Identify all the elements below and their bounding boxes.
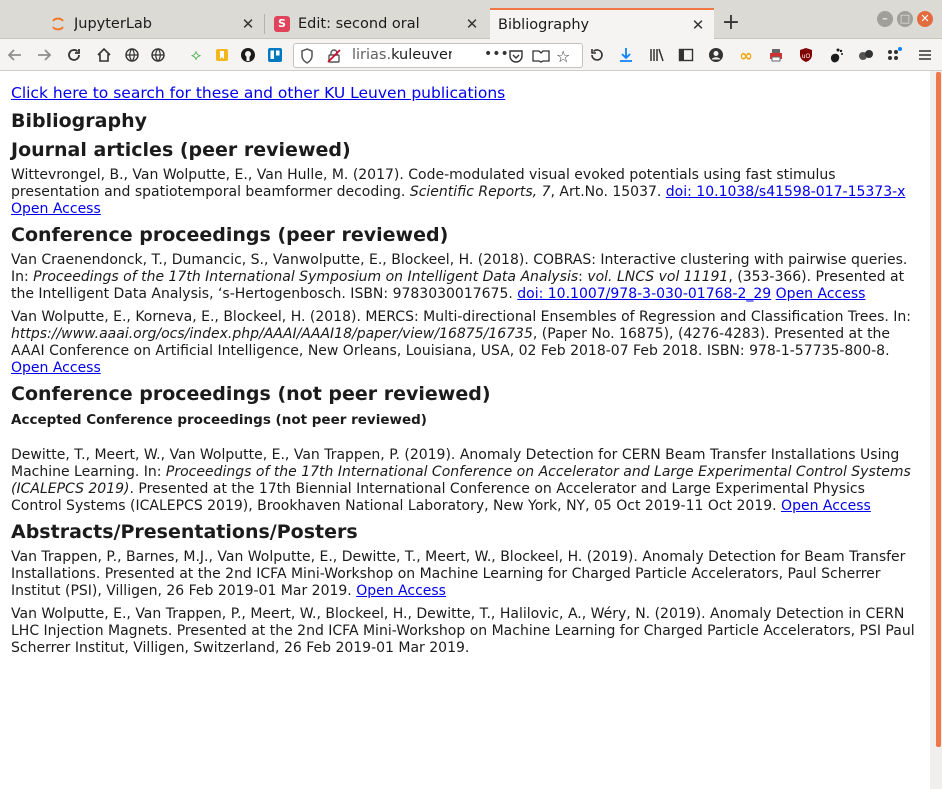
section-heading-abstracts: Abstracts/Presentations/Posters <box>11 521 358 543</box>
open-access-link[interactable]: Open Access <box>11 201 101 217</box>
search-publications-link[interactable]: Click here to search for these and other… <box>11 84 505 102</box>
entry-venue: Proceedings of the 17th International Sy… <box>33 269 579 285</box>
back-arrow-icon[interactable] <box>4 44 26 66</box>
sidebar-icon[interactable] <box>675 44 697 66</box>
page-actions-menu-icon[interactable]: ••• <box>484 46 509 62</box>
extensions-grid-icon[interactable] <box>883 44 905 66</box>
infinity-extension-icon[interactable]: ∞ <box>735 44 757 66</box>
jupyter-icon <box>50 16 66 32</box>
maximize-window-button[interactable]: □ <box>897 11 913 27</box>
leaf-icon[interactable]: ⟡ <box>185 44 207 66</box>
page-title: Bibliography <box>11 110 147 132</box>
bookmark-extension-icon[interactable] <box>211 44 233 66</box>
entry-text: . Presented at the 17th Biennial Interna… <box>11 481 865 514</box>
section-heading-conference-not-peer: Conference proceedings (not peer reviewe… <box>11 383 491 405</box>
entry-text: Van Trappen, P., Barnes, M.J., Van Wolpu… <box>11 549 906 599</box>
entry-text: Van Wolputte, E., Korneva, E., Blockeel,… <box>11 309 911 325</box>
entry-volume: vol. LNCS vol 11191 <box>587 269 729 285</box>
close-tab-icon[interactable]: ✕ <box>240 15 256 33</box>
open-access-link[interactable]: Open Access <box>356 583 446 599</box>
new-tab-button[interactable]: + <box>720 10 742 36</box>
gnome-extension-icon[interactable] <box>825 44 847 66</box>
entry-text: , Art.No. 15037. <box>550 184 666 200</box>
open-access-link[interactable]: Open Access <box>776 286 866 302</box>
home-icon[interactable] <box>93 44 115 66</box>
account-icon[interactable] <box>705 44 727 66</box>
entry-venue: https://www.aaai.org/ocs/index.php/AAAI/… <box>11 326 533 342</box>
tab-title: Bibliography <box>498 16 590 33</box>
hamburger-menu-icon[interactable] <box>914 44 936 66</box>
page-content: Click here to search for these and other… <box>0 71 930 789</box>
open-access-link[interactable]: Open Access <box>781 498 871 514</box>
publication-entry: Van Craenendonck, T., Dumancic, S., Vanw… <box>11 252 919 303</box>
close-tab-icon[interactable]: ✕ <box>464 15 480 33</box>
entry-text: : <box>578 269 588 285</box>
publication-entry: Dewitte, T., Meert, W., Van Wolputte, E.… <box>11 447 919 515</box>
download-icon[interactable] <box>615 44 637 66</box>
pocket-icon[interactable] <box>508 48 524 68</box>
doi-link[interactable]: doi: 10.1038/s41598-017-15373-x <box>666 184 906 200</box>
url-domain: kuleuven. <box>391 47 452 63</box>
tab-bibliography[interactable]: Bibliography ✕ <box>490 8 714 39</box>
star-bookmark-icon[interactable]: ☆ <box>556 47 570 66</box>
insecure-lock-icon[interactable] <box>326 48 342 68</box>
publication-entry: Wittevrongel, B., Van Wolputte, E., Van … <box>11 167 919 218</box>
scrollbar-thumb[interactable] <box>936 72 941 747</box>
tab-title: Edit: second oral <box>298 15 420 32</box>
publication-entry: Van Trappen, P., Barnes, M.J., Van Wolpu… <box>11 549 919 600</box>
svg-text:uO: uO <box>802 53 811 60</box>
section-heading-conference-peer: Conference proceedings (peer reviewed) <box>11 224 449 246</box>
subsection-heading-accepted: Accepted Conference proceedings (not pee… <box>11 412 427 428</box>
globe-icon[interactable] <box>121 44 143 66</box>
github-icon[interactable] <box>237 44 259 66</box>
extension-balls-icon[interactable] <box>855 44 877 66</box>
history-icon[interactable] <box>586 44 608 66</box>
address-bar[interactable]: lirias.kuleuven. ••• ☆ <box>293 43 583 68</box>
tab-edit-second-oral[interactable]: S Edit: second oral ✕ <box>266 8 488 39</box>
doi-link[interactable]: doi: 10.1007/978-3-030-01768-2_29 <box>517 286 771 302</box>
overleaf-icon: S <box>274 15 290 32</box>
trello-icon[interactable] <box>264 44 286 66</box>
close-window-button[interactable]: ✕ <box>917 11 933 27</box>
open-access-link[interactable]: Open Access <box>11 360 101 376</box>
shield-icon[interactable] <box>300 48 314 68</box>
forward-arrow-icon[interactable] <box>33 44 55 66</box>
ublock-icon[interactable]: uO <box>795 44 817 66</box>
url-prefix: lirias. <box>352 47 392 63</box>
globe-icon[interactable] <box>147 44 169 66</box>
library-icon[interactable] <box>646 44 668 66</box>
tab-jupyterlab[interactable]: JupyterLab ✕ <box>42 8 265 39</box>
printer-icon[interactable] <box>765 44 787 66</box>
publication-entry: Van Wolputte, E., Van Trappen, P., Meert… <box>11 606 919 657</box>
navigation-toolbar: ⟡ lirias.kuleuven. ••• ☆ <box>0 39 942 71</box>
reload-icon[interactable] <box>63 44 85 66</box>
tab-strip: JupyterLab ✕ S Edit: second oral ✕ Bibli… <box>0 0 942 39</box>
close-tab-icon[interactable]: ✕ <box>690 16 706 34</box>
entry-venue: Scientific Reports, 7 <box>409 184 551 200</box>
url-text[interactable]: lirias.kuleuven. <box>352 47 452 63</box>
entry-text: Van Wolputte, E., Van Trappen, P., Meert… <box>11 606 915 656</box>
section-heading-journal: Journal articles (peer reviewed) <box>11 139 351 161</box>
tab-title: JupyterLab <box>74 15 152 32</box>
minimize-window-button[interactable]: – <box>877 11 893 27</box>
reader-view-icon[interactable] <box>532 48 550 68</box>
publication-entry: Van Wolputte, E., Korneva, E., Blockeel,… <box>11 309 919 377</box>
